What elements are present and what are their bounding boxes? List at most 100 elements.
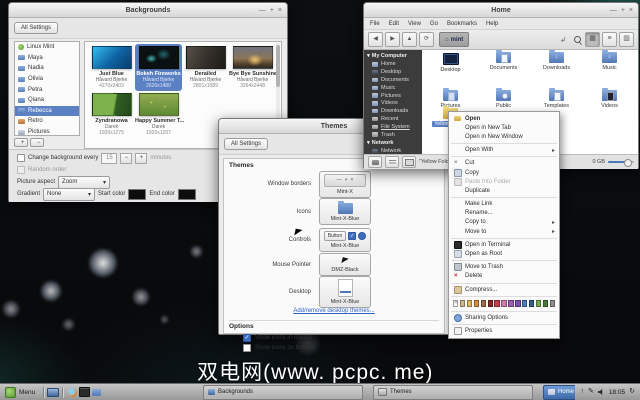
category-petra[interactable]: Petra [15,84,79,95]
files-launcher[interactable] [90,386,102,398]
color-swatch[interactable] [522,300,527,307]
maximize-icon[interactable]: + [270,7,274,14]
refresh-button[interactable]: ⟳ [419,32,434,47]
sidebar-item-home[interactable]: Home [364,61,422,69]
file-documents[interactable]: Documents [477,52,530,73]
compact-view-toggle[interactable]: ▥ [619,32,634,47]
minimize-icon[interactable]: — [610,7,617,14]
network-section[interactable]: ▾ Network [364,138,422,147]
end-color-swatch[interactable] [178,189,196,200]
menu-item-make-link[interactable]: Make Link [449,200,559,209]
menu-file[interactable]: File [370,21,380,27]
category-rebecca[interactable]: Rebecca [15,106,79,117]
path-button-mint[interactable]: ⌂ mint [439,32,469,47]
zoom-slider-knob[interactable] [624,159,632,167]
volume-icon[interactable] [598,389,605,395]
file-music[interactable]: ♪ Music [583,52,636,73]
input-pen-icon[interactable]: ✎ [588,388,594,396]
file-templates[interactable]: Templates [530,90,583,109]
color-clear-swatch[interactable]: × [453,300,458,307]
clock[interactable]: 18:05 [609,389,625,396]
menu-help[interactable]: Help [486,21,498,27]
terminal-launcher[interactable] [78,386,90,398]
menu-item-sharing-options[interactable]: Sharing Options [449,313,559,322]
color-swatch[interactable] [515,300,520,307]
menu-item-delete[interactable]: ×Delete [449,272,559,281]
color-swatch[interactable] [550,300,555,307]
file-public[interactable]: Public [477,90,530,109]
category-retro[interactable]: Retro [15,116,79,127]
menu-item-compress[interactable]: Compress... [449,285,559,294]
category-nadia[interactable]: Nadia [15,63,79,74]
desktop-theme-button[interactable]: Mint-X-Blue [319,276,371,308]
sidebar-item-file-system[interactable]: File System [364,123,422,131]
menu-item-copy-to[interactable]: Copy to▸ [449,218,559,227]
list-view-toggle[interactable]: ≡ [602,32,617,47]
show-desktop-button[interactable] [47,386,59,398]
add-remove-themes-link[interactable]: Add/remove desktop themes... [229,308,439,318]
category-olivia[interactable]: Olivia [15,74,79,85]
category-linux-mint[interactable]: Linux Mint [15,42,79,53]
menu-item-open-in-terminal[interactable]: Open in Terminal [449,240,559,249]
up-button[interactable]: ▲ [402,32,417,47]
remove-category-button[interactable]: − [30,138,44,147]
close-icon[interactable]: × [278,7,282,14]
color-swatch[interactable] [536,300,541,307]
firefox-launcher[interactable] [66,386,78,398]
menu-edit[interactable]: Edit [389,21,399,27]
sidebar-item-recent[interactable]: Recent [364,115,422,123]
picture-aspect-dropdown[interactable]: Zoom ▾ [58,176,110,189]
interval-increase-button[interactable]: + [135,153,147,164]
file-videos[interactable]: Videos [583,90,636,109]
update-manager-icon[interactable]: ↑ [580,388,584,396]
search-button[interactable] [571,34,583,46]
color-swatch[interactable] [494,300,499,307]
wallpaper-bokeh-fireworks[interactable]: Bokeh Fireworks Håvard Bjerke 2620x1480 [135,44,182,91]
menu-item-rename[interactable]: Rename... [449,209,559,218]
wallpaper-happy-summer[interactable]: Happy Summer T... Darek 1920x1297 [135,91,182,138]
zoom-slider[interactable] [608,161,634,163]
menu-item-copy[interactable]: Copy [449,168,559,177]
start-color-swatch[interactable] [128,189,146,200]
taskbar-button-backgrounds[interactable]: Backgrounds [203,385,363,400]
menu-item-cut[interactable]: ×Cut [449,159,559,168]
menu-item-open-new-window[interactable]: Open in New Window [449,132,559,141]
color-swatch[interactable] [529,300,534,307]
icons-button[interactable]: Mint-X-Blue [319,198,371,225]
close-icon[interactable]: × [629,7,633,14]
sidebar-item-pictures[interactable]: Pictures [364,92,422,100]
interval-decrease-button[interactable]: − [120,153,132,164]
sidebar-item-music[interactable]: Music [364,84,422,92]
add-category-button[interactable]: + [14,138,28,147]
category-maya[interactable]: Maya [15,53,79,64]
show-icons-in-menus-checkbox[interactable] [243,334,251,342]
back-button[interactable]: ◀ [368,32,383,47]
show-icons-on-buttons-checkbox[interactable] [243,344,251,352]
session-icon[interactable]: ↻ [629,388,635,396]
controls-button[interactable]: Button ✓ Mint-X-Blue [319,228,371,252]
maximize-icon[interactable]: + [621,7,625,14]
sidebar-item-trash[interactable]: Trash [364,131,422,139]
show-icons-in-menus-option[interactable]: Show icons in menus [229,333,439,343]
menu-view[interactable]: View [408,21,421,27]
icon-view-toggle[interactable]: ▦ [585,32,600,47]
sidebar-item-videos[interactable]: Videos [364,99,422,107]
change-background-checkbox[interactable] [17,154,25,162]
wallpaper-just-blue[interactable]: Just Blue Håvard Bjerke 4270x2403 [88,44,135,91]
show-icons-on-buttons-option[interactable]: Show icons on buttons [229,343,439,353]
menu-go[interactable]: Go [430,21,438,27]
wallpaper-bye-bye-sunshine[interactable]: Bye Bye Sunshine Håvard Bjerke 3264x2448 [229,44,276,91]
my-computer-section[interactable]: ▾ My Computer [364,52,422,61]
menu-item-open[interactable]: Open [449,114,559,123]
window-borders-button[interactable]: —+× Mint-X [319,171,371,198]
forward-button[interactable]: ▶ [385,32,400,47]
menu-bookmarks[interactable]: Bookmarks [447,21,477,27]
color-swatch[interactable] [501,300,506,307]
wallpaper-zyndranowa[interactable]: Zyndranowa Darek 1920x1275 [88,91,135,138]
menu-item-duplicate[interactable]: Duplicate [449,186,559,195]
backgrounds-titlebar[interactable]: Backgrounds — + × [9,3,287,18]
menu-item-open-with[interactable]: Open With▸ [449,146,559,155]
file-desktop[interactable]: Desktop [424,52,477,73]
sidebar-item-documents[interactable]: Documents [364,76,422,84]
all-settings-button[interactable]: All Settings [14,22,58,34]
